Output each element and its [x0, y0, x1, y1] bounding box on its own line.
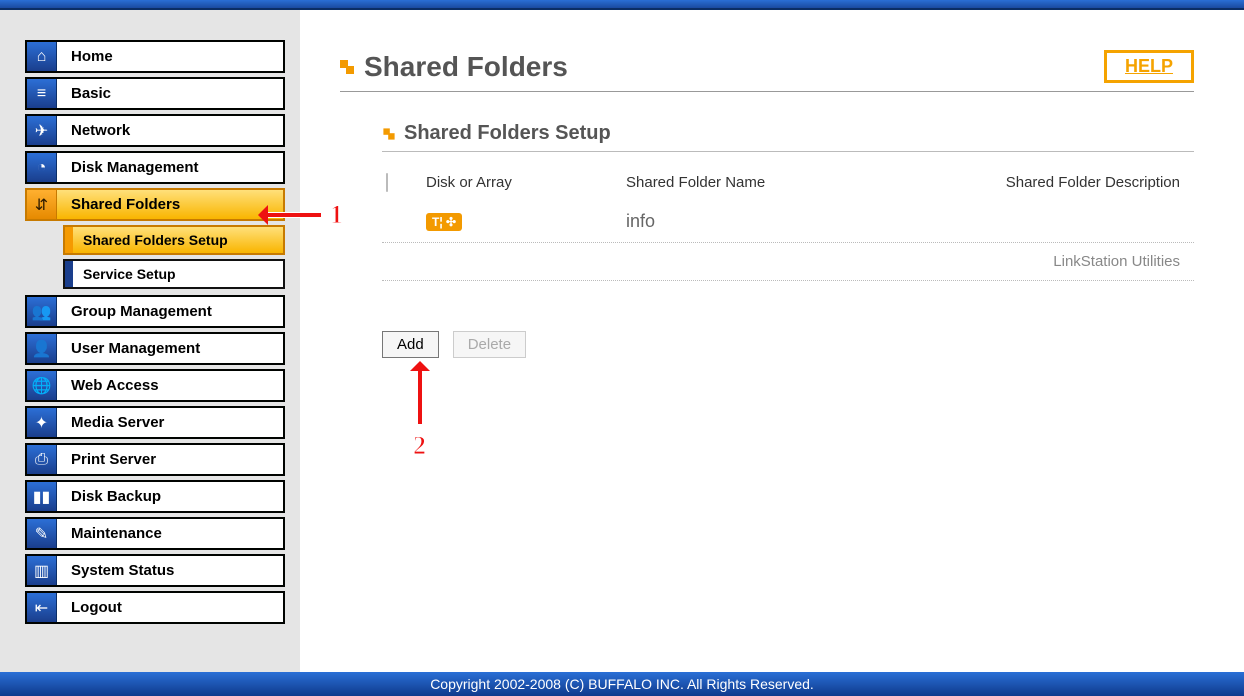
sidebar-item-logout[interactable]: ⇤Logout: [25, 591, 285, 624]
sidebar-item-disk-backup[interactable]: ▮▮Disk Backup: [25, 480, 285, 513]
sidebar-item-label: Shared Folders: [57, 190, 283, 219]
home-icon: ⌂: [27, 42, 57, 71]
sidebar: ⌂Home≡Basic✈Network◔Disk Management⇵Shar…: [0, 10, 300, 696]
row-desc: LinkStation Utilities: [926, 253, 1190, 270]
system-status-icon: ▥: [27, 556, 57, 585]
shared-folders-section: Shared Folders Setup Disk or Array Share…: [382, 122, 1194, 281]
col-disk: Disk or Array: [426, 174, 626, 191]
sidebar-item-media-server[interactable]: ✦Media Server: [25, 406, 285, 439]
col-name: Shared Folder Name: [626, 174, 926, 191]
sidebar-item-basic[interactable]: ≡Basic: [25, 77, 285, 110]
sidebar-item-label: Disk Backup: [57, 482, 283, 511]
subnav-item-label: Shared Folders Setup: [73, 227, 283, 253]
actions-row: Add Delete: [382, 331, 1194, 358]
subnav-accent: [65, 261, 73, 287]
sidebar-item-label: Web Access: [57, 371, 283, 400]
print-server-icon: ⎙: [27, 445, 57, 474]
sidebar-item-group-management[interactable]: 👥Group Management: [25, 295, 285, 328]
page-header: Shared Folders HELP: [340, 50, 1194, 92]
table-row[interactable]: LinkStation Utilities: [382, 243, 1194, 281]
sidebar-item-label: Logout: [57, 593, 283, 622]
sidebar-item-label: Basic: [57, 79, 283, 108]
sidebar-item-label: Disk Management: [57, 153, 283, 182]
sidebar-item-user-management[interactable]: 👤User Management: [25, 332, 285, 365]
footer-text: Copyright 2002-2008 (C) BUFFALO INC. All…: [430, 676, 814, 692]
disk-management-icon: ◔: [27, 153, 57, 182]
table-row[interactable]: T¦ ✣ info: [382, 201, 1194, 243]
sidebar-item-network[interactable]: ✈Network: [25, 114, 285, 147]
col-desc: Shared Folder Description: [926, 174, 1190, 191]
sidebar-item-label: Media Server: [57, 408, 283, 437]
maintenance-icon: ✎: [27, 519, 57, 548]
sidebar-item-label: System Status: [57, 556, 283, 585]
user-management-icon: 👤: [27, 334, 57, 363]
sidebar-item-label: Network: [57, 116, 283, 145]
delete-button[interactable]: Delete: [453, 331, 526, 358]
select-all-checkbox[interactable]: [386, 173, 388, 192]
sidebar-item-label: Maintenance: [57, 519, 283, 548]
group-management-icon: 👥: [27, 297, 57, 326]
section-bullet-icon: [383, 128, 394, 139]
media-server-icon: ✦: [27, 408, 57, 437]
subnav-accent: [65, 227, 73, 253]
logout-icon: ⇤: [27, 593, 57, 622]
subnav-item-shared-folders-setup[interactable]: Shared Folders Setup: [63, 225, 285, 255]
sidebar-item-label: User Management: [57, 334, 283, 363]
sidebar-item-label: Group Management: [57, 297, 283, 326]
sidebar-item-disk-management[interactable]: ◔Disk Management: [25, 151, 285, 184]
add-button[interactable]: Add: [382, 331, 439, 358]
help-button[interactable]: HELP: [1104, 50, 1194, 83]
web-access-icon: 🌐: [27, 371, 57, 400]
network-icon: ✈: [27, 116, 57, 145]
folders-table: Disk or Array Shared Folder Name Shared …: [382, 164, 1194, 281]
footer: Copyright 2002-2008 (C) BUFFALO INC. All…: [0, 672, 1244, 696]
subnav-item-label: Service Setup: [73, 261, 283, 287]
section-title: Shared Folders Setup: [404, 122, 611, 145]
top-bar: [0, 0, 1244, 10]
row-name: info: [626, 211, 926, 232]
sidebar-item-web-access[interactable]: 🌐Web Access: [25, 369, 285, 402]
title-bullet-icon: [340, 60, 354, 74]
sidebar-item-maintenance[interactable]: ✎Maintenance: [25, 517, 285, 550]
disk-backup-icon: ▮▮: [27, 482, 57, 511]
page-title: Shared Folders: [364, 51, 568, 83]
sidebar-item-print-server[interactable]: ⎙Print Server: [25, 443, 285, 476]
sidebar-item-label: Print Server: [57, 445, 283, 474]
sidebar-item-system-status[interactable]: ▥System Status: [25, 554, 285, 587]
sidebar-item-label: Home: [57, 42, 283, 71]
table-header: Disk or Array Shared Folder Name Shared …: [382, 164, 1194, 201]
sidebar-item-shared-folders[interactable]: ⇵Shared Folders: [25, 188, 285, 221]
shared-folders-icon: ⇵: [27, 190, 57, 219]
subnav-item-service-setup[interactable]: Service Setup: [63, 259, 285, 289]
folder-icon: T¦ ✣: [426, 213, 462, 231]
content-area: Shared Folders HELP Shared Folders Setup…: [300, 10, 1244, 696]
basic-icon: ≡: [27, 79, 57, 108]
sidebar-item-home[interactable]: ⌂Home: [25, 40, 285, 73]
